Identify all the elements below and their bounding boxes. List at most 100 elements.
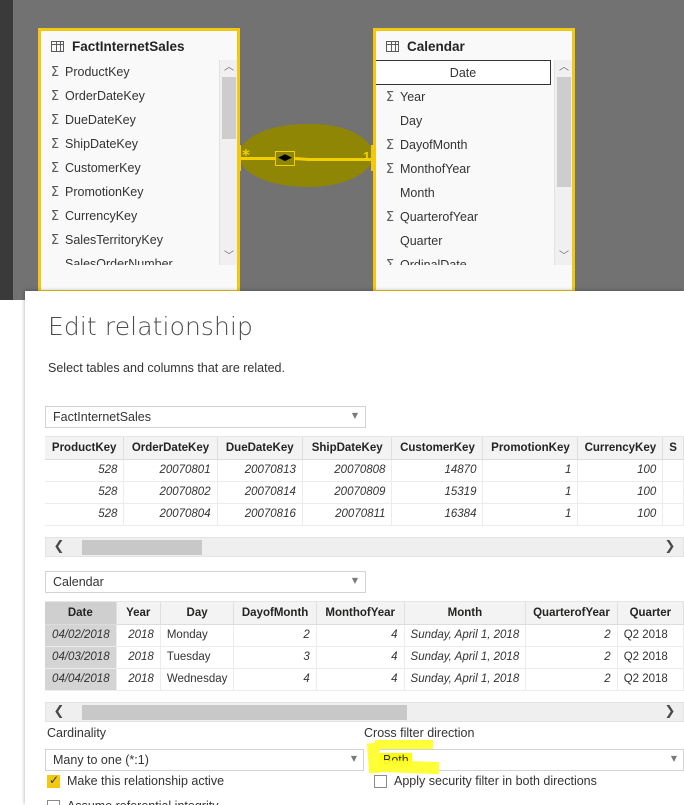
chevron-left-icon[interactable]: ❮ (48, 703, 70, 721)
table-header-row: ProductKey OrderDateKey DueDateKey ShipD… (45, 437, 684, 460)
to-preview-table: Date Year Day DayofMonth MonthofYear Mon… (45, 602, 684, 691)
field-row[interactable]: Σ ShipDateKey (41, 132, 215, 156)
sigma-icon: Σ (385, 209, 395, 225)
field-row[interactable]: Σ OrderDateKey (41, 84, 215, 108)
column-header[interactable]: CurrencyKey (577, 437, 664, 460)
column-header[interactable]: OrderDateKey (123, 437, 218, 460)
column-header[interactable]: Day (160, 602, 235, 625)
table-row[interactable]: 04/04/2018 2018 Wednesday 4 4 Sunday, Ap… (45, 668, 684, 691)
field-row[interactable]: ΣSalesOrderNumber (41, 252, 215, 265)
sigma-icon: Σ (385, 137, 395, 153)
cell: 528 (45, 503, 125, 526)
table-card-name: Calendar (407, 39, 465, 54)
cell: 20070801 (123, 459, 218, 482)
cell: Q2 2018 (617, 624, 684, 647)
cell: 14870 (391, 459, 484, 482)
field-row[interactable]: Σ DueDateKey (41, 108, 215, 132)
checkbox-checked-icon[interactable] (47, 773, 60, 788)
chevron-right-icon[interactable]: ❯ (659, 538, 681, 556)
from-table-dropdown[interactable]: FactInternetSales ▼ (45, 406, 366, 428)
relationship-line[interactable] (239, 157, 372, 161)
field-row[interactable]: Σ Year (376, 85, 550, 109)
field-row-selected[interactable]: ΣDate (376, 60, 551, 85)
column-header[interactable]: DayofMonth (233, 602, 317, 625)
checkbox-unchecked-icon[interactable] (374, 774, 387, 788)
cell: 2 (233, 624, 317, 647)
cardinality-value: Many to one (*:1) (53, 753, 149, 767)
field-list-scrollbar[interactable]: ︿ ﹀ (554, 60, 572, 265)
cell: 4 (316, 668, 405, 691)
field-label: Day (400, 114, 423, 128)
chevron-left-icon[interactable]: ❮ (48, 538, 70, 556)
assume-referential-integrity-checkbox-row[interactable]: Assume referential integrity (47, 799, 218, 805)
to-grid-horizontal-scrollbar[interactable]: ❮ ❯ (45, 702, 684, 722)
scroll-down-icon[interactable]: ﹀ (555, 249, 572, 265)
field-list-factinternetsales[interactable]: Σ ProductKey Σ OrderDateKey Σ DueDateKey ΣS… (41, 60, 237, 265)
field-row[interactable]: Σ MonthofYear (376, 157, 550, 181)
field-row[interactable]: ΣDay (376, 109, 550, 133)
sigma-icon: Σ (50, 160, 60, 176)
column-header[interactable]: Month (404, 602, 527, 625)
column-header[interactable]: MonthofYear (316, 602, 405, 625)
field-row[interactable]: Σ QuarterofYear (376, 205, 550, 229)
field-list-scrollbar[interactable]: ︿ ﹀ (219, 60, 237, 265)
scrollbar-thumb[interactable] (82, 540, 202, 555)
table-row[interactable]: 04/02/2018 2018 Monday 2 4 Sunday, April… (45, 624, 684, 647)
table-row[interactable]: 528 20070804 20070816 20070811 16384 1 1… (45, 503, 684, 526)
chevron-down-icon[interactable]: ▼ (352, 576, 358, 585)
checkbox-unchecked-icon[interactable] (47, 799, 60, 805)
scrollbar-thumb[interactable] (82, 705, 407, 720)
scrollbar-thumb[interactable] (557, 77, 571, 187)
column-header[interactable]: CustomerKey (391, 437, 484, 460)
field-row[interactable]: Σ PromotionKey (41, 180, 215, 204)
field-list-calendar[interactable]: ΣDate ΣYear ΣDay ΣDayofMonth ΣMonthofYea… (376, 60, 572, 265)
cell: 20070802 (123, 481, 218, 504)
scrollbar-thumb[interactable] (222, 77, 236, 139)
column-header[interactable]: Quarter (617, 602, 684, 625)
column-header[interactable]: DueDateKey (217, 437, 303, 460)
column-header-selected[interactable]: Date (45, 602, 117, 625)
column-header[interactable]: PromotionKey (482, 437, 579, 460)
field-label: ShipDateKey (65, 137, 138, 151)
field-row[interactable]: ΣQuarter (376, 229, 550, 253)
scroll-up-icon[interactable]: ︿ (555, 60, 572, 76)
to-table-dropdown[interactable]: Calendar ▼ (45, 571, 366, 593)
scroll-up-icon[interactable]: ︿ (220, 60, 237, 76)
chevron-right-icon[interactable]: ❯ (659, 703, 681, 721)
chevron-down-icon[interactable]: ▼ (671, 754, 677, 763)
table-row[interactable]: 04/03/2018 2018 Tuesday 3 4 Sunday, Apri… (45, 646, 684, 669)
sigma-icon: Σ (50, 184, 60, 200)
table-row[interactable]: 528 20070802 20070814 20070809 15319 1 1… (45, 481, 684, 504)
bidirectional-arrow-icon[interactable]: ◀▶ (275, 151, 295, 166)
column-header[interactable]: S (662, 437, 684, 460)
field-row[interactable]: Σ CurrencyKey (41, 204, 215, 228)
chevron-down-icon[interactable]: ▼ (352, 411, 358, 420)
table-row[interactable]: 528 20070801 20070813 20070808 14870 1 1… (45, 459, 684, 482)
sigma-icon: Σ (50, 136, 60, 152)
field-label: Month (400, 186, 435, 200)
field-row[interactable]: ΣMonth (376, 181, 550, 205)
column-header[interactable]: Year (116, 602, 161, 625)
from-table-preview-grid[interactable]: ProductKey OrderDateKey DueDateKey ShipD… (45, 436, 684, 536)
scroll-down-icon[interactable]: ﹀ (220, 249, 237, 265)
field-row[interactable]: Σ OrdinalDate (376, 253, 550, 266)
apply-security-filter-checkbox-row[interactable]: Apply security filter in both directions (374, 774, 597, 788)
column-header[interactable]: ProductKey (45, 437, 125, 460)
field-row[interactable]: Σ ProductKey (41, 60, 215, 84)
table-card-factinternetsales[interactable]: FactInternetSales Σ ProductKey Σ OrderDate… (38, 28, 240, 293)
cardinality-dropdown[interactable]: Many to one (*:1) ▼ (45, 749, 364, 771)
field-row[interactable]: Σ SalesTerritoryKey (41, 228, 215, 252)
cell: 2018 (116, 646, 161, 669)
highlight-marker-stroke (376, 759, 440, 775)
column-header[interactable]: ShipDateKey (302, 437, 393, 460)
field-row[interactable]: Σ DayofMonth (376, 133, 550, 157)
chevron-down-icon[interactable]: ▼ (351, 754, 357, 763)
field-row[interactable]: Σ CustomerKey (41, 156, 215, 180)
from-grid-horizontal-scrollbar[interactable]: ❮ ❯ (45, 537, 684, 557)
to-table-preview-grid[interactable]: Date Year Day DayofMonth MonthofYear Mon… (45, 601, 684, 701)
column-header[interactable]: QuarterofYear (525, 602, 618, 625)
cell: 20070813 (217, 459, 303, 482)
cell: 528 (45, 459, 125, 482)
make-relationship-active-checkbox-row[interactable]: Make this relationship active (47, 773, 224, 788)
table-card-calendar[interactable]: Calendar ΣDate ΣYear ΣDay ΣDayofMonth ΣM… (373, 28, 575, 293)
